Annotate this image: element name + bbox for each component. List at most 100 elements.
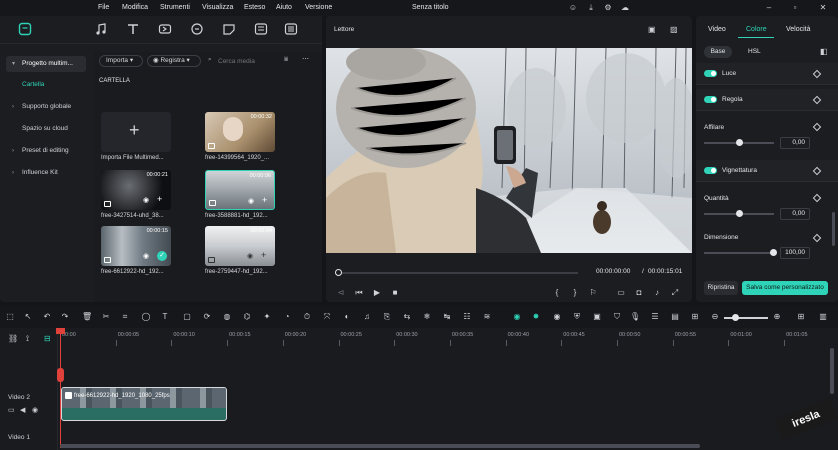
media-item-thumbnail[interactable]: 00:00:21 ◉ + [101, 170, 171, 210]
nav-preset-editing[interactable]: › Preset di editing [6, 143, 86, 159]
ripple-icon[interactable]: ⟟ [26, 334, 29, 344]
scene-icon[interactable]: ▣ [592, 312, 602, 322]
menu-aiuto[interactable]: Aiuto [276, 4, 292, 11]
camera-icon[interactable]: ◘ [634, 288, 644, 298]
sharpen-slider[interactable] [704, 139, 774, 146]
transform-icon[interactable]: ⤧ [322, 312, 332, 322]
slider-knob[interactable] [770, 249, 777, 256]
maximize-icon[interactable]: ▫ [790, 3, 800, 13]
preview-eye-icon[interactable]: ◉ [248, 197, 254, 205]
scrubber-handle[interactable] [335, 269, 342, 276]
rotate-icon[interactable]: ⟳ [202, 312, 212, 322]
eye-icon[interactable]: ◉ [32, 406, 38, 414]
keyframe-icon[interactable] [812, 122, 822, 132]
preview-eye-icon[interactable]: ◉ [247, 252, 253, 260]
menu-versione[interactable]: Versione [305, 4, 332, 11]
timeline-scrubber[interactable] [335, 269, 578, 276]
titles-tab-icon[interactable] [126, 22, 142, 38]
snap-icon[interactable]: ✸ [531, 312, 541, 322]
crop-frame-icon[interactable]: ▢ [182, 312, 192, 322]
timer-icon[interactable]: ⏱ [302, 312, 312, 322]
mark-in-icon[interactable]: { [552, 288, 562, 298]
playhead-handle[interactable] [56, 328, 65, 334]
section-luce[interactable]: Luce [696, 63, 838, 85]
speech-icon[interactable]: ☷ [462, 312, 472, 322]
video-preview[interactable] [326, 48, 692, 253]
effects-tab-icon[interactable] [190, 22, 206, 38]
fullscreen-icon[interactable]: ⤢ [670, 288, 680, 298]
stabilize-icon[interactable]: ⌬ [242, 312, 252, 322]
detach-icon[interactable]: ⎘ [382, 312, 392, 322]
inspector-scrollbar[interactable] [832, 212, 835, 246]
layers-icon[interactable]: ⛉ [612, 312, 622, 322]
nav-cartella[interactable]: Cartella [6, 77, 86, 93]
vertical-scrollbar[interactable] [830, 348, 834, 394]
motion-icon[interactable]: ↹ [442, 312, 452, 322]
media-item-thumbnail[interactable]: 00:00:04 ◉ + [205, 226, 275, 266]
mic-icon[interactable]: 🎙 [630, 312, 640, 322]
quality-icon[interactable]: ▣ [648, 25, 656, 34]
media-tab-icon[interactable] [18, 22, 34, 38]
keyframe-icon[interactable] [812, 233, 822, 243]
subtab-base[interactable]: Base [704, 46, 732, 58]
stop-icon[interactable]: ■ [390, 288, 400, 298]
import-dropdown[interactable]: Importa ▾ [99, 55, 143, 67]
stickers-tab-icon[interactable] [222, 22, 238, 38]
tab-velocita[interactable]: Velocità [786, 26, 811, 33]
crop-icon[interactable]: ⌗ [120, 312, 130, 322]
add-plus-icon[interactable]: + [157, 194, 162, 204]
toggle-luce[interactable] [704, 70, 717, 77]
folder-icon[interactable]: ▭ [8, 406, 15, 414]
keyframe-icon[interactable] [812, 95, 822, 105]
frame-icon[interactable]: ▤ [670, 312, 680, 322]
redo-icon[interactable]: ↷ [60, 312, 70, 322]
compare-icon[interactable]: ◧ [820, 47, 828, 56]
menu-esteso[interactable]: Esteso [244, 4, 265, 11]
save-custom-button[interactable]: Salva come personalizzato [742, 281, 828, 295]
section-vignettatura[interactable]: Vignettatura [696, 160, 838, 182]
mask-icon[interactable]: ◯ [141, 312, 151, 322]
keyframe-icon[interactable] [812, 193, 822, 203]
size-value[interactable]: 100,00 [780, 247, 810, 259]
playhead-marker[interactable] [57, 368, 64, 382]
mute-icon[interactable]: ◀ [20, 406, 25, 414]
zoom-slider[interactable] [724, 314, 768, 321]
snapshot-icon[interactable]: ▨ [670, 25, 678, 34]
marker-add-icon[interactable]: ◉ [552, 312, 562, 322]
slider-knob[interactable] [736, 139, 743, 146]
tab-video[interactable]: Video [708, 26, 726, 33]
reverse-icon[interactable]: ⇆ [402, 312, 412, 322]
select-tool-icon[interactable]: ⬚ [5, 312, 15, 322]
add-plus-icon[interactable]: + [262, 195, 267, 205]
freeze-icon[interactable]: ❄ [422, 312, 432, 322]
menu-file[interactable]: File [98, 4, 109, 11]
audio-icon[interactable]: ♫ [362, 312, 372, 322]
slider-knob[interactable] [736, 210, 743, 217]
menu-visualizza[interactable]: Visualizza [202, 4, 233, 11]
amount-slider[interactable] [704, 210, 774, 217]
section-regola[interactable]: Regola [696, 89, 838, 111]
size-slider[interactable] [704, 249, 777, 256]
preview-eye-icon[interactable]: ◉ [143, 196, 149, 204]
horizontal-scrollbar[interactable] [60, 444, 700, 448]
add-plus-icon[interactable]: + [261, 250, 266, 260]
grid-view-icon[interactable]: ⊞ [796, 312, 806, 322]
volume-icon[interactable]: ♪ [652, 288, 662, 298]
record-dropdown[interactable]: ◉ Registra ▾ [147, 55, 201, 67]
play-icon[interactable]: ▶ [372, 288, 382, 298]
audio-tab-icon[interactable] [94, 22, 110, 38]
keyframe-icon[interactable] [812, 166, 822, 176]
ai-icon[interactable]: ✦ [262, 312, 272, 322]
pointer-icon[interactable]: ↖ [23, 312, 33, 322]
fx-icon[interactable]: ≋ [482, 312, 492, 322]
menu-strumenti[interactable]: Strumenti [160, 4, 190, 11]
zoom-in-icon[interactable]: ⊕ [772, 312, 782, 322]
marker-icon[interactable]: ⚐ [588, 288, 598, 298]
nav-spazio-cloud[interactable]: Spazio su cloud [6, 121, 86, 137]
preview-eye-icon[interactable]: ◉ [143, 252, 149, 260]
magnet-icon[interactable]: ◉ [512, 312, 522, 322]
speed-icon[interactable]: ◔ [282, 312, 292, 322]
media-item-thumbnail[interactable]: 00:00:15 ◉ ✓ [101, 226, 171, 266]
options-icon[interactable]: ▥ [818, 312, 828, 322]
split-icon[interactable]: ✂ [101, 312, 111, 322]
